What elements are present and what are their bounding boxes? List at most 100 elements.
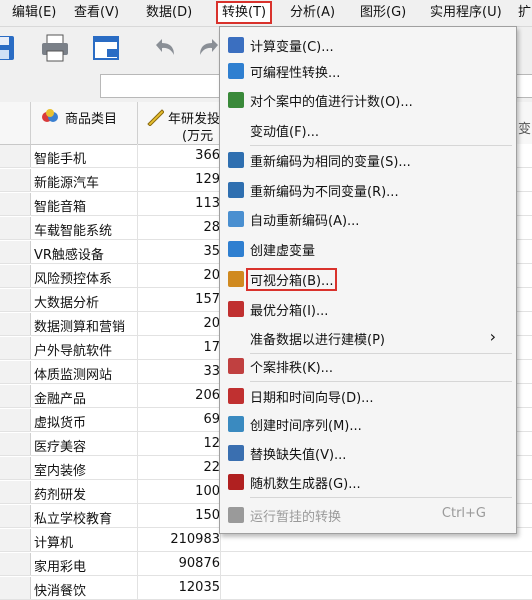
row-number[interactable] — [0, 361, 31, 383]
menu-item-label: 重新编码为相同的变量(S)... — [250, 155, 411, 170]
cell-category[interactable]: 数据测算和营销 — [34, 316, 134, 335]
dice-icon — [228, 474, 244, 490]
menu-item-3[interactable]: 变动值(F)... — [220, 118, 516, 142]
cell-rd-investment[interactable]: 12 — [140, 436, 220, 451]
row-number[interactable] — [0, 409, 31, 431]
cell-rd-investment[interactable]: 35 — [140, 244, 220, 259]
row-number[interactable] — [0, 481, 31, 503]
row-number[interactable] — [0, 265, 31, 287]
dialog-recall-icon[interactable] — [92, 33, 122, 63]
cell-rd-investment[interactable]: 366 — [140, 148, 220, 163]
cell-category[interactable]: 智能音箱 — [34, 196, 134, 215]
menu-view[interactable]: 查看(V) — [70, 3, 123, 22]
row-number[interactable] — [0, 217, 31, 239]
menu-item-13[interactable]: 创建时间序列(M)... — [220, 412, 516, 436]
cell-rd-investment[interactable]: 17 — [140, 340, 220, 355]
menu-item-5[interactable]: 重新编码为不同变量(R)... — [220, 178, 516, 202]
menu-item-2[interactable]: 对个案中的值进行计数(O)... — [220, 88, 516, 112]
cell-category[interactable]: 家用彩电 — [34, 556, 134, 575]
cell-category[interactable]: 药剂研发 — [34, 484, 134, 503]
cell-rd-investment[interactable]: 90876 — [140, 556, 220, 571]
menu-item-9[interactable]: 最优分箱(I)... — [220, 297, 516, 321]
row-number[interactable] — [0, 193, 31, 215]
cell-category[interactable]: VR触感设备 — [34, 244, 134, 263]
print-icon[interactable] — [40, 33, 70, 63]
row-number[interactable] — [0, 385, 31, 407]
row-number[interactable] — [0, 529, 31, 551]
row-number[interactable] — [0, 505, 31, 527]
row-number[interactable] — [0, 241, 31, 263]
cell-category[interactable]: 智能手机 — [34, 148, 134, 167]
row-number[interactable] — [0, 289, 31, 311]
menu-item-0[interactable]: 计算变量(C)... — [220, 33, 516, 57]
undo-icon[interactable] — [148, 33, 178, 63]
menu-item-14[interactable]: 替换缺失值(V)... — [220, 441, 516, 465]
column-header-rd-investment[interactable]: 年研发投 (万元 — [138, 102, 221, 145]
column-header-category[interactable]: 商品类目 — [31, 102, 138, 145]
cell-rd-investment[interactable]: 20 — [140, 316, 220, 331]
menu-data[interactable]: 数据(D) — [142, 3, 196, 22]
menu-item-6[interactable]: 自动重新编码(A)... — [220, 207, 516, 231]
menu-item-12[interactable]: 日期和时间向导(D)... — [220, 384, 516, 408]
replace-missing-icon — [228, 445, 244, 461]
menu-item-11[interactable]: 个案排秩(K)... — [220, 354, 516, 378]
cell-category[interactable]: 快消餐饮 — [34, 580, 134, 599]
row-number[interactable] — [0, 433, 31, 455]
cell-rd-investment[interactable]: 129 — [140, 172, 220, 187]
cell-rd-investment[interactable]: 69 — [140, 412, 220, 427]
menu-bar: 编辑(E) 查看(V) 数据(D) 转换(T) 分析(A) 图形(G) 实用程序… — [0, 0, 532, 27]
plus-icon — [228, 241, 244, 257]
cell-category[interactable]: 新能源汽车 — [34, 172, 134, 191]
row-number[interactable] — [0, 337, 31, 359]
cell-category[interactable]: 医疗美容 — [34, 436, 134, 455]
table-row[interactable]: 家用彩电 90876 — [0, 553, 532, 576]
menu-edit[interactable]: 编辑(E) — [8, 3, 60, 22]
cell-category[interactable]: 计算机 — [34, 532, 134, 551]
cell-category[interactable]: 风险预控体系 — [34, 268, 134, 287]
cell-category[interactable]: 户外导航软件 — [34, 340, 134, 359]
cell-rd-investment[interactable]: 206 — [140, 388, 220, 403]
cell-rd-investment[interactable]: 20 — [140, 268, 220, 283]
menu-extensions[interactable]: 扩 — [514, 3, 532, 22]
menu-utilities[interactable]: 实用程序(U) — [426, 3, 506, 22]
rank-cases-icon — [228, 358, 244, 374]
menu-item-8[interactable]: 可视分箱(B)... — [220, 267, 516, 291]
menu-separator — [250, 145, 512, 146]
menu-item-16[interactable]: 运行暂挂的转换 Ctrl+G — [220, 503, 516, 527]
menu-item-7[interactable]: 创建虚变量 — [220, 237, 516, 261]
cell-category[interactable]: 车载智能系统 — [34, 220, 134, 239]
cell-rd-investment[interactable]: 22 — [140, 460, 220, 475]
cell-category[interactable]: 体质监测网站 — [34, 364, 134, 383]
menu-item-4[interactable]: 重新编码为相同的变量(S)... — [220, 148, 516, 172]
menu-graphs[interactable]: 图形(G) — [356, 3, 410, 22]
row-number[interactable] — [0, 553, 31, 575]
cell-category[interactable]: 金融产品 — [34, 388, 134, 407]
cell-rd-investment[interactable]: 113 — [140, 196, 220, 211]
cell-category[interactable]: 虚拟货币 — [34, 412, 134, 431]
row-number[interactable] — [0, 577, 31, 599]
cell-category[interactable]: 大数据分析 — [34, 292, 134, 311]
menu-item-label: 替换缺失值(V)... — [250, 448, 347, 463]
menu-transform[interactable]: 转换(T) — [216, 1, 273, 24]
menu-item-1[interactable]: 可编程性转换... — [220, 59, 516, 83]
menu-separator — [250, 381, 512, 382]
row-number[interactable] — [0, 145, 31, 167]
cell-rd-investment[interactable]: 157 — [140, 292, 220, 307]
cell-rd-investment[interactable]: 33 — [140, 364, 220, 379]
cell-rd-investment[interactable]: 210983 — [140, 532, 220, 547]
cell-category[interactable]: 室内装修 — [34, 460, 134, 479]
menu-item-15[interactable]: 随机数生成器(G)... — [220, 470, 516, 494]
cell-category[interactable]: 私立学校教育 — [34, 508, 134, 527]
save-icon[interactable] — [0, 33, 18, 63]
menu-analyze[interactable]: 分析(A) — [286, 3, 339, 22]
cell-rd-investment[interactable]: 12035 — [140, 580, 220, 595]
cell-rd-investment[interactable]: 28 — [140, 220, 220, 235]
table-row[interactable]: 快消餐饮 12035 — [0, 577, 532, 600]
cell-rd-investment[interactable]: 150 — [140, 508, 220, 523]
menu-item-10[interactable]: 准备数据以进行建模(P) › — [220, 326, 516, 350]
row-number[interactable] — [0, 169, 31, 191]
row-number[interactable] — [0, 457, 31, 479]
row-number[interactable] — [0, 313, 31, 335]
cell-rd-investment[interactable]: 100 — [140, 484, 220, 499]
column-header-var[interactable]: 变 — [516, 102, 532, 144]
